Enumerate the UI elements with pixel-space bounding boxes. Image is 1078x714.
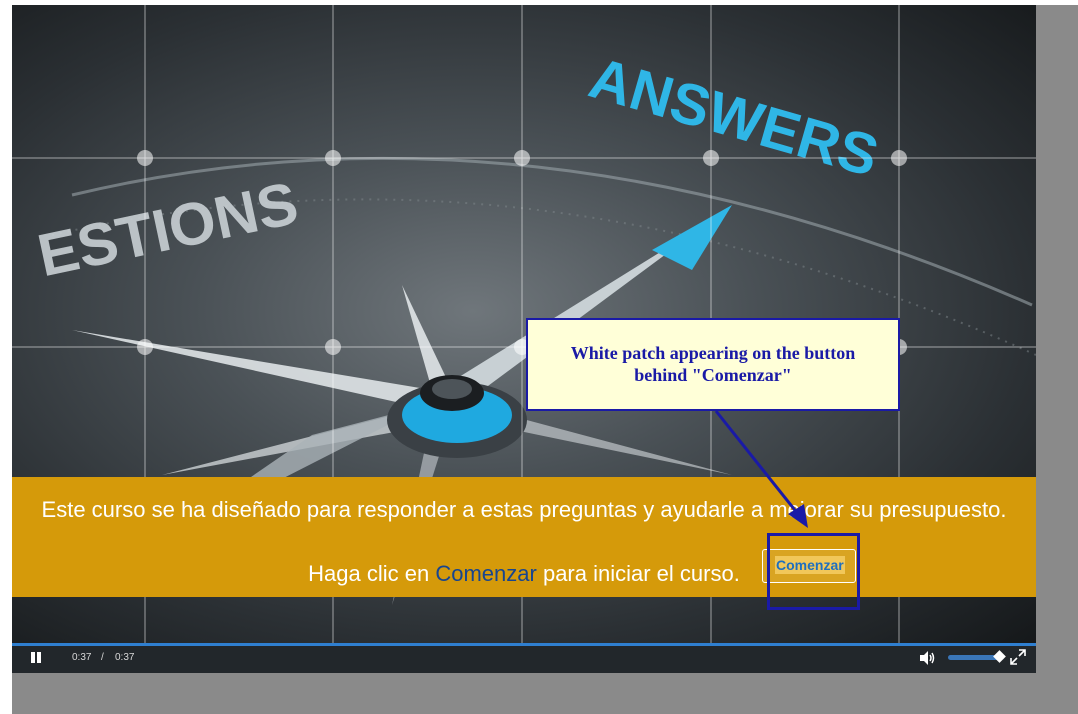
annotation-highlight-box <box>767 533 860 610</box>
annotation-text: White patch appearing on the button behi… <box>570 343 856 385</box>
annotation-callout: White patch appearing on the button behi… <box>526 318 900 411</box>
